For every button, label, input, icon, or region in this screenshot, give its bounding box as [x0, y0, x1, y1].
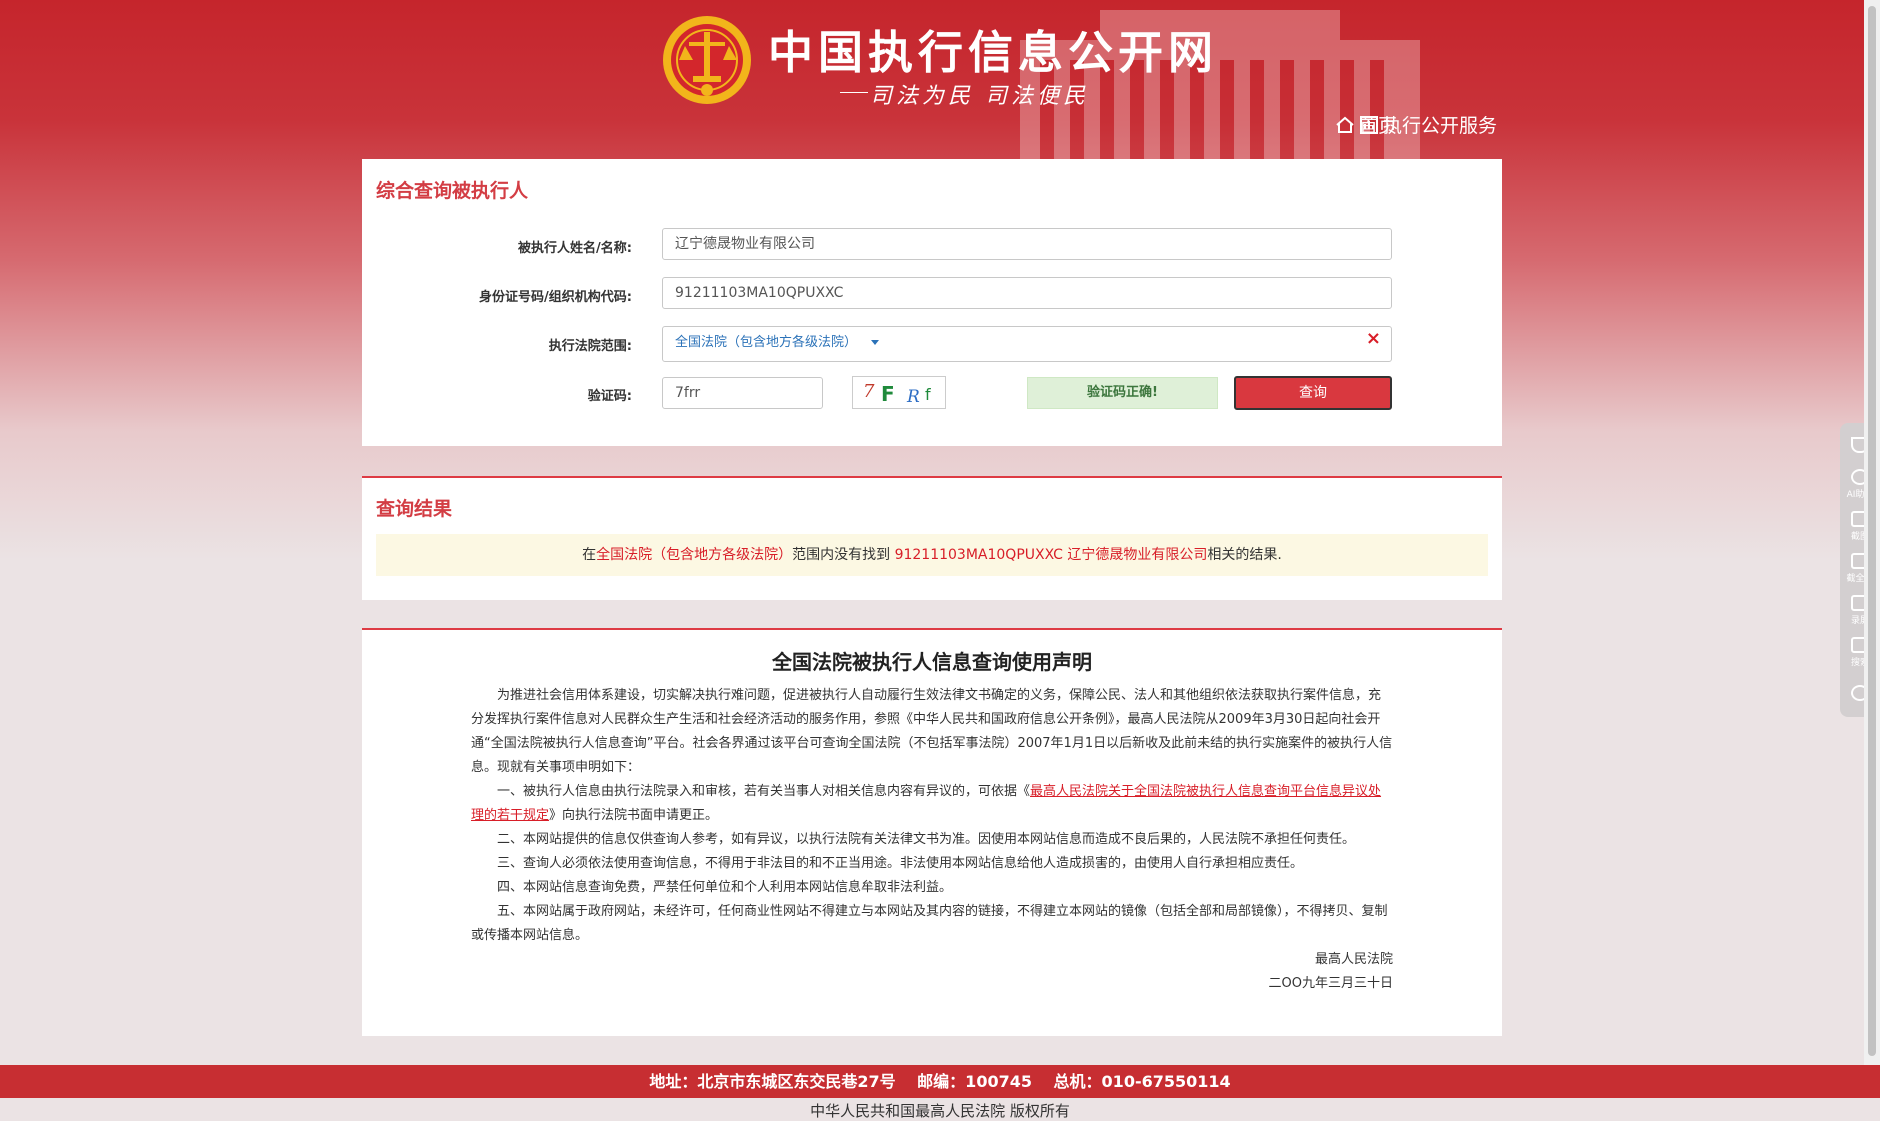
page-scrollbar[interactable] — [1864, 0, 1880, 1065]
slogan-rule — [840, 92, 868, 93]
result-panel-title: 查询结果 — [376, 498, 453, 520]
notice-item-5: 五、本网站属于政府网站，未经许可，任何商业性网站不得建立与本网站及其内容的链接，… — [471, 904, 1388, 943]
site-title: 中国执行信息公开网 — [768, 26, 1219, 79]
notice-signature: 最高人民法院 — [1314, 952, 1393, 967]
scrollbar-thumb[interactable] — [1868, 6, 1876, 1056]
result-scope: 全国法院（包含地方各级法院） — [596, 547, 793, 563]
id-label: 身份证号码/组织机构代码: — [479, 290, 632, 305]
chevron-down-icon — [871, 339, 880, 345]
notice-item-1-tail: 》向执行法院书面申请更正。 — [549, 808, 719, 823]
svg-text:f: f — [925, 385, 931, 404]
notice-panel: 全国法院被执行人信息查询使用声明 为推进社会信用体系建设，切实解决执行难问题，促… — [362, 628, 1502, 1036]
notice-item-1: 一、被执行人信息由执行法院录入和审核，若有关当事人对相关信息内容有异议的，可依据… — [471, 780, 1393, 828]
query-panel-title: 综合查询被执行人 — [376, 180, 529, 202]
name-input[interactable]: 辽宁德晟物业有限公司 — [662, 228, 1392, 260]
svg-text:F: F — [881, 382, 895, 406]
notice-item-3: 三、查询人必须依法使用查询信息，不得用于非法目的和不正当用途。非法使用本网站信息… — [497, 856, 1304, 871]
query-panel: 综合查询被执行人 被执行人姓名/名称: 辽宁德晟物业有限公司 身份证号码/组织机… — [362, 159, 1502, 446]
notice-item-4: 四、本网站信息查询免费，严禁任何单位和个人利用本网站信息牟取非法利益。 — [497, 880, 953, 895]
captcha-status-badge: 验证码正确! — [1027, 377, 1218, 409]
result-middle: 范围内没有找到 — [792, 547, 891, 563]
name-label: 被执行人姓名/名称: — [518, 241, 632, 256]
notice-date: 二OO九年三月三十日 — [1268, 976, 1393, 991]
chart-icon — [1360, 115, 1378, 134]
notice-item-1-text: 一、被执行人信息由执行法院录入和审核，若有关当事人对相关信息内容有异议的，可依据… — [497, 784, 1031, 799]
home-icon — [1336, 116, 1354, 133]
footer-address: 地址：北京市东城区东交民巷27号 邮编：100745 总机：010-675501… — [0, 1065, 1880, 1098]
nav-exec-service-link[interactable]: 执行公开服务 — [1359, 111, 1497, 138]
notice-title: 全国法院被执行人信息查询使用声明 — [772, 650, 1092, 674]
clear-icon[interactable]: × — [1366, 330, 1381, 348]
query-button[interactable]: 查询 — [1234, 376, 1392, 410]
notice-body: 为推进社会信用体系建设，切实解决执行难问题，促进被执行人自动履行生效法律文书确定… — [471, 684, 1393, 996]
court-emblem-logo — [663, 16, 751, 104]
court-range-label: 执行法院范围: — [548, 339, 632, 354]
notice-item-2: 二、本网站提供的信息仅供查询人参考，如有异议，以执行法院有关法律文书为准。因使用… — [497, 832, 1356, 847]
notice-intro: 为推进社会信用体系建设，切实解决执行难问题，促进被执行人自动履行生效法律文书确定… — [471, 688, 1393, 775]
result-suffix: 相关的结果. — [1207, 547, 1282, 563]
captcha-label: 验证码: — [587, 389, 632, 404]
svg-text:R: R — [906, 387, 920, 407]
captcha-input[interactable]: 7frr — [662, 377, 823, 409]
result-prefix: 在 — [582, 547, 597, 563]
footer-copyright: 中华人民共和国最高人民法院 版权所有 — [810, 1102, 1070, 1120]
id-input[interactable]: 91211103MA10QPUXXC — [662, 277, 1392, 309]
result-panel: 查询结果 在全国法院（包含地方各级法院）范围内没有找到 91211103MA10… — [362, 476, 1502, 600]
nav-exec-service-label: 执行公开服务 — [1383, 115, 1498, 137]
result-query-terms: 91211103MA10QPUXXC 辽宁德晟物业有限公司 — [894, 547, 1208, 563]
court-range-value: 全国法院（包含地方各级法院） — [675, 335, 858, 350]
result-message: 在全国法院（包含地方各级法院）范围内没有找到 91211103MA10QPUXX… — [376, 534, 1488, 576]
captcha-image[interactable]: 7 F R f — [852, 376, 946, 409]
svg-text:7: 7 — [863, 381, 875, 402]
site-slogan: 司法为民 司法便民 — [870, 84, 1089, 109]
court-range-select[interactable]: 全国法院（包含地方各级法院） × — [662, 326, 1392, 362]
